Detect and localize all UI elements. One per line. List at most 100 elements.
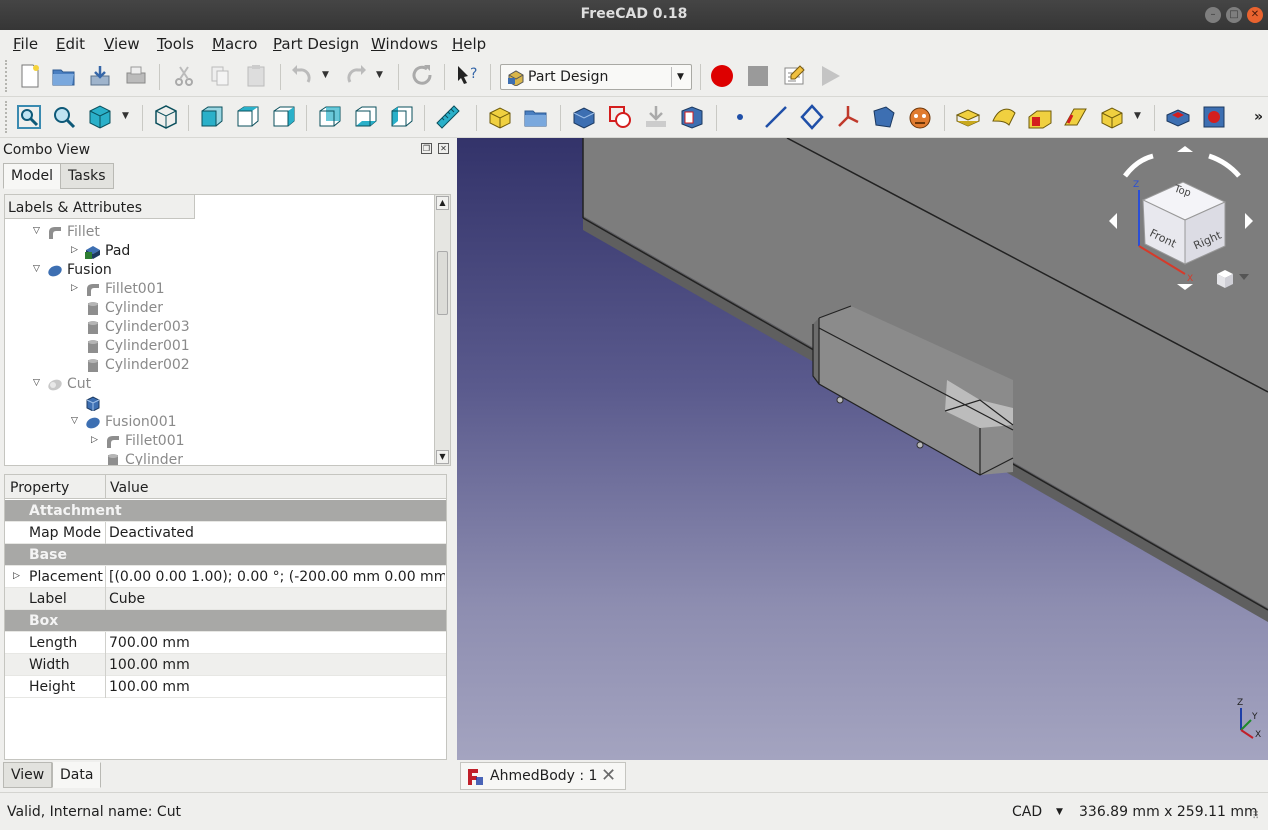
tree-item[interactable]: ▽ Fillet	[5, 223, 435, 242]
datum-plane-icon[interactable]	[798, 103, 826, 131]
property-row[interactable]: ▷ Placement [(0.00 0.00 1.00); 0.00 °; (-2…	[5, 566, 446, 588]
nav-style-dropdown-icon[interactable]: ▼	[1056, 807, 1063, 817]
run-macro-icon[interactable]	[816, 62, 844, 90]
additive-primitive-icon[interactable]	[1098, 103, 1126, 131]
primitive-dropdown-icon[interactable]: ▼	[1134, 111, 1141, 121]
tree-item[interactable]: ▽ Fusion	[5, 261, 435, 280]
tree-item[interactable]: ▽ Fusion001	[5, 413, 435, 432]
tree-scrollbar[interactable]: ▲ ▼	[434, 195, 450, 465]
print-icon[interactable]	[122, 62, 150, 90]
close-panel-icon[interactable]: ✕	[438, 143, 449, 154]
collapsed-arrow-icon[interactable]: ▷	[91, 435, 101, 445]
document-tab[interactable]: AhmedBody : 1 ✕	[460, 762, 626, 790]
close-button[interactable]: ✕	[1247, 7, 1263, 23]
menu-help[interactable]: Help	[452, 35, 486, 53]
menu-view[interactable]: View	[104, 35, 140, 53]
tree-item[interactable]: Cylinder002	[5, 356, 435, 375]
property-value[interactable]: 100.00 mm	[109, 657, 445, 673]
open-folder-icon[interactable]	[50, 62, 78, 90]
record-macro-icon[interactable]	[708, 62, 736, 90]
scrollbar-thumb[interactable]	[437, 251, 448, 315]
save-icon[interactable]	[86, 62, 114, 90]
navigation-style[interactable]: CAD	[1012, 804, 1042, 820]
pad-icon[interactable]	[954, 103, 982, 131]
undo-dropdown-icon[interactable]: ▼	[322, 70, 329, 80]
new-document-icon[interactable]	[16, 62, 44, 90]
tree-item[interactable]: Cylinder003	[5, 318, 435, 337]
tree-item[interactable]: Cube	[5, 394, 435, 413]
fit-selection-icon[interactable]	[50, 103, 78, 131]
scroll-up-icon[interactable]: ▲	[436, 196, 449, 210]
stop-macro-icon[interactable]	[744, 62, 772, 90]
tree-item[interactable]: ▷ Fillet001	[5, 432, 435, 451]
tab-model[interactable]: Model	[3, 163, 62, 189]
toolbar-overflow-icon[interactable]: »	[1254, 109, 1263, 125]
property-row[interactable]: Height 100.00 mm	[5, 676, 446, 698]
menu-edit[interactable]: Edit	[56, 35, 85, 53]
property-row[interactable]: Map Mode Deactivated	[5, 522, 446, 544]
view-left-icon[interactable]	[388, 103, 416, 131]
scroll-down-icon[interactable]: ▼	[436, 450, 449, 464]
tree-item[interactable]: Cylinder	[5, 299, 435, 318]
clone-icon[interactable]	[906, 103, 934, 131]
refresh-icon[interactable]	[408, 62, 436, 90]
menu-windows[interactable]: Windows	[371, 35, 438, 53]
property-row[interactable]: Width 100.00 mm	[5, 654, 446, 676]
property-value[interactable]: 700.00 mm	[109, 635, 445, 651]
local-coordinate-system-icon[interactable]	[834, 103, 862, 131]
3d-viewport[interactable]: Top Front Right Z X Z Y X	[457, 138, 1268, 760]
undo-icon[interactable]	[288, 62, 316, 90]
tab-data[interactable]: Data	[52, 762, 102, 788]
hole-icon[interactable]	[1200, 103, 1228, 131]
view-bottom-icon[interactable]	[352, 103, 380, 131]
fit-all-icon[interactable]	[15, 103, 43, 131]
create-group-icon[interactable]	[522, 103, 550, 131]
view-top-icon[interactable]	[234, 103, 262, 131]
expanded-arrow-icon[interactable]: ▽	[33, 378, 43, 388]
create-sketch-icon[interactable]	[606, 103, 634, 131]
property-row[interactable]: Length 700.00 mm	[5, 632, 446, 654]
float-panel-icon[interactable]: ❐	[421, 143, 432, 154]
menu-part-design[interactable]: Part Design	[273, 35, 359, 53]
datum-point-icon[interactable]	[726, 103, 754, 131]
measure-distance-icon[interactable]	[434, 103, 462, 131]
tab-tasks[interactable]: Tasks	[60, 163, 114, 189]
collapsed-arrow-icon[interactable]: ▷	[71, 283, 81, 293]
validate-sketch-icon[interactable]	[642, 103, 670, 131]
tree-item[interactable]: ▽ Cut	[5, 375, 435, 394]
maximize-button[interactable]: □	[1226, 7, 1242, 23]
tree-item[interactable]: ▷ Fillet001	[5, 280, 435, 299]
whats-this-icon[interactable]: ?	[454, 62, 482, 90]
datum-line-icon[interactable]	[762, 103, 790, 131]
minimize-button[interactable]: –	[1205, 7, 1221, 23]
create-body-icon[interactable]	[570, 103, 598, 131]
view-rear-icon[interactable]	[316, 103, 344, 131]
menu-tools[interactable]: Tools	[157, 35, 194, 53]
resize-grip-icon[interactable]: ⠿	[1252, 811, 1259, 822]
axonometric-icon[interactable]	[152, 103, 180, 131]
expanded-arrow-icon[interactable]: ▽	[33, 226, 43, 236]
shape-binder-icon[interactable]	[678, 103, 706, 131]
menu-macro[interactable]: Macro	[212, 35, 257, 53]
property-row[interactable]: Label Cube	[5, 588, 446, 610]
pocket-icon[interactable]	[1164, 103, 1192, 131]
tree-item[interactable]: ▷ Pad	[5, 242, 435, 261]
property-value[interactable]: Cube	[109, 591, 445, 607]
close-tab-icon[interactable]: ✕	[601, 765, 616, 786]
additive-loft-icon[interactable]	[1026, 103, 1054, 131]
redo-dropdown-icon[interactable]: ▼	[376, 70, 383, 80]
expand-arrow-icon[interactable]: ▷	[13, 571, 20, 581]
tree-item[interactable]: Cylinder	[5, 451, 435, 465]
paste-icon[interactable]	[242, 62, 270, 90]
view-front-icon[interactable]	[198, 103, 226, 131]
chevron-down-icon[interactable]: ▼	[671, 67, 689, 87]
additive-pipe-icon[interactable]	[1062, 103, 1090, 131]
tree-item[interactable]: Cylinder001	[5, 337, 435, 356]
copy-icon[interactable]	[206, 62, 234, 90]
cut-icon[interactable]	[170, 62, 198, 90]
tab-view[interactable]: View	[3, 762, 53, 788]
macro-editor-icon[interactable]	[780, 62, 808, 90]
isometric-view-icon[interactable]	[86, 103, 114, 131]
property-value[interactable]: [(0.00 0.00 1.00); 0.00 °; (-200.00 mm 0…	[109, 569, 445, 585]
expanded-arrow-icon[interactable]: ▽	[33, 264, 43, 274]
